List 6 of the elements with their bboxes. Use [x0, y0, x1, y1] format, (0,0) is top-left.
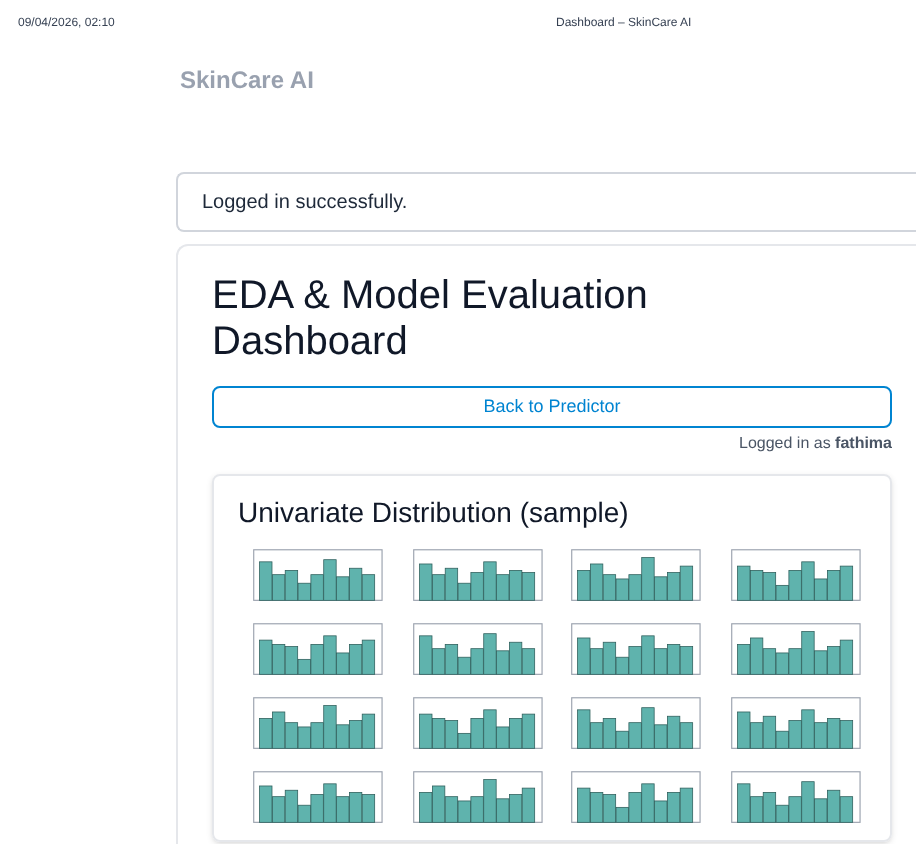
- logged-in-text: Logged in as fathima: [739, 432, 892, 456]
- alert-message: Logged in successfully.: [202, 189, 408, 217]
- page-heading: EDA & Model Evaluation Dashboard: [212, 274, 650, 366]
- section-heading: Univariate Distribution (sample): [238, 494, 631, 532]
- brand-name: SkinCare AI: [180, 66, 314, 94]
- back-button[interactable]: Back to Predictor: [212, 386, 892, 428]
